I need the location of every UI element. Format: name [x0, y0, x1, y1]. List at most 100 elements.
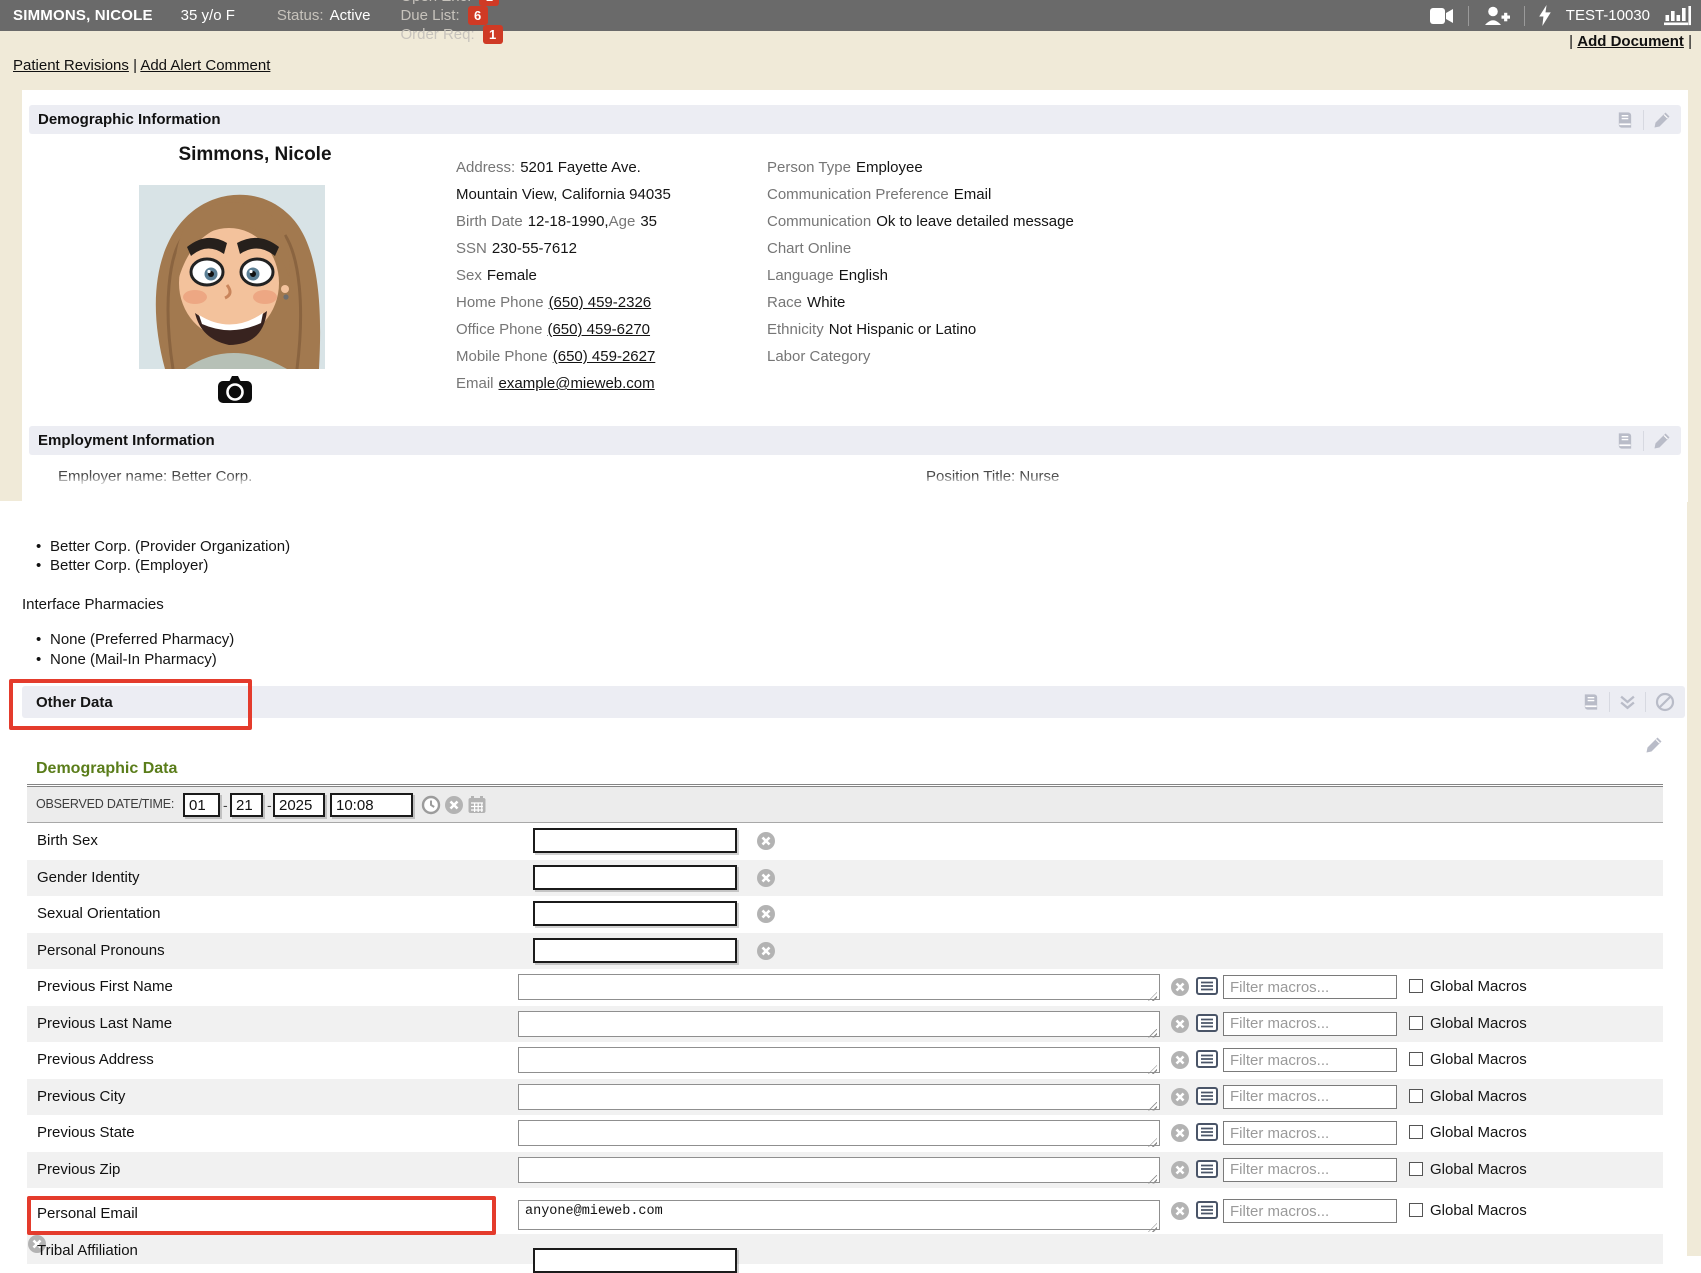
demographic-data-table: OBSERVED DATE/TIME: - - Birth SexGender … — [27, 784, 1663, 1264]
macro-list-icon[interactable] — [1196, 977, 1218, 995]
clear-x-icon[interactable] — [756, 941, 776, 961]
macro-list-icon[interactable] — [1196, 1050, 1218, 1068]
field-textarea[interactable] — [518, 1200, 1160, 1230]
clear-x-icon[interactable] — [1170, 1014, 1190, 1034]
field-link[interactable]: (650) 459-2627 — [553, 348, 656, 365]
add-document-row: | Add Document | — [1569, 33, 1692, 50]
table-row: Previous AddressGlobal Macros — [27, 1042, 1663, 1079]
field-input[interactable] — [533, 901, 737, 926]
filter-macros-input[interactable] — [1223, 1199, 1397, 1223]
filter-macros-input[interactable] — [1223, 1048, 1397, 1072]
observed-year-input[interactable] — [273, 793, 325, 817]
observed-month-input[interactable] — [183, 793, 220, 817]
global-macros-checkbox[interactable] — [1409, 1052, 1423, 1066]
table-row: Previous ZipGlobal Macros — [27, 1152, 1663, 1189]
field-input[interactable] — [533, 938, 737, 963]
edit-pencil-icon[interactable] — [1653, 432, 1671, 450]
field-textarea[interactable] — [518, 1084, 1160, 1110]
macro-list-icon[interactable] — [1196, 1201, 1218, 1219]
global-macros-checkbox[interactable] — [1409, 979, 1423, 993]
field-line: SexFemale — [456, 262, 756, 289]
global-macros-checkbox[interactable] — [1409, 1203, 1423, 1217]
field-link[interactable]: example@mieweb.com — [499, 375, 655, 392]
field-input[interactable] — [533, 1248, 737, 1273]
field-textarea[interactable] — [518, 1120, 1160, 1146]
field-line: LanguageEnglish — [767, 262, 1327, 289]
system-id: TEST-10030 — [1566, 7, 1650, 24]
global-macros-checkbox[interactable] — [1409, 1089, 1423, 1103]
field-textarea[interactable] — [518, 1157, 1160, 1183]
observed-day-input[interactable] — [230, 793, 263, 817]
demographic-fields-left: Address:5201 Fayette Ave.Mountain View, … — [456, 154, 756, 397]
field-value: Email — [954, 186, 992, 203]
field-label: Mobile Phone — [456, 348, 548, 365]
macro-list-icon[interactable] — [1196, 1123, 1218, 1141]
clear-x-icon[interactable] — [756, 831, 776, 851]
list-item: None (Preferred Pharmacy) — [36, 630, 234, 650]
clear-x-icon[interactable] — [1170, 1087, 1190, 1107]
global-macros-label: Global Macros — [1430, 1161, 1527, 1178]
field-input[interactable] — [533, 828, 737, 853]
clip-fade — [40, 467, 1340, 492]
field-row-label: Personal Email — [37, 1205, 138, 1222]
field-label: SSN — [456, 240, 487, 257]
macro-list-icon[interactable] — [1196, 1014, 1218, 1032]
patient-revisions-link[interactable]: Patient Revisions — [13, 57, 129, 74]
add-document-link[interactable]: Add Document — [1577, 33, 1684, 50]
field-link[interactable]: (650) 459-2326 — [549, 294, 652, 311]
journal-icon[interactable] — [1615, 432, 1634, 450]
field-textarea[interactable] — [518, 974, 1160, 1000]
add-person-icon[interactable] — [1483, 6, 1510, 26]
clear-x-icon[interactable] — [756, 868, 776, 888]
patient-age-sex: 35 y/o F — [181, 7, 235, 24]
collapse-double-chevron-icon[interactable] — [1619, 695, 1636, 710]
clear-x-icon[interactable] — [1170, 1201, 1190, 1221]
clear-x-icon[interactable] — [1170, 977, 1190, 997]
clear-x-icon[interactable] — [1170, 1123, 1190, 1143]
field-input[interactable] — [533, 865, 737, 890]
edit-pencil-icon[interactable] — [1653, 111, 1671, 129]
observed-datetime-row: OBSERVED DATE/TIME: - - — [27, 787, 1663, 823]
clear-x-icon[interactable] — [1170, 1160, 1190, 1180]
patient-name: SIMMONS, NICOLE — [13, 7, 153, 24]
edit-pencil-icon[interactable] — [1645, 736, 1663, 754]
journal-icon[interactable] — [1615, 111, 1634, 129]
filter-macros-input[interactable] — [1223, 1121, 1397, 1145]
clear-x-icon[interactable] — [1170, 1050, 1190, 1070]
clear-x-icon[interactable] — [27, 1234, 1663, 1254]
clear-x-icon[interactable] — [756, 904, 776, 924]
table-row: Previous StateGlobal Macros — [27, 1115, 1663, 1152]
field-textarea[interactable] — [518, 1011, 1160, 1037]
video-camera-icon[interactable] — [1430, 8, 1454, 24]
camera-icon[interactable] — [217, 374, 253, 404]
patient-photo[interactable] — [139, 185, 325, 369]
observed-time-input[interactable] — [330, 793, 413, 817]
field-label: Birth Date — [456, 213, 523, 230]
clear-x-icon[interactable] — [444, 795, 464, 815]
flowsheet-chart-icon[interactable] — [1664, 6, 1691, 26]
journal-icon[interactable] — [1581, 693, 1600, 711]
macro-list-icon[interactable] — [1196, 1087, 1218, 1105]
macro-list-icon[interactable] — [1196, 1160, 1218, 1178]
global-macros-checkbox[interactable] — [1409, 1016, 1423, 1030]
global-macros-checkbox[interactable] — [1409, 1125, 1423, 1139]
filter-macros-input[interactable] — [1223, 1012, 1397, 1036]
calendar-icon[interactable] — [467, 795, 487, 815]
demographic-information-header: Demographic Information — [29, 105, 1681, 134]
employment-clipped-row: Employer name: Better Corp. Position Tit… — [40, 467, 1340, 492]
field-value: 5201 Fayette Ave. — [520, 159, 641, 176]
field-link[interactable]: (650) 459-6270 — [547, 321, 650, 338]
lightning-bolt-icon[interactable] — [1539, 5, 1552, 26]
field-line: Chart Online — [767, 235, 1327, 262]
field-value: Female — [487, 267, 537, 284]
filter-macros-input[interactable] — [1223, 975, 1397, 999]
clock-icon[interactable] — [421, 795, 441, 815]
filter-macros-input[interactable] — [1223, 1158, 1397, 1182]
add-alert-comment-link[interactable]: Add Alert Comment — [140, 57, 270, 74]
disable-slash-circle-icon[interactable] — [1655, 692, 1675, 712]
field-label: Office Phone — [456, 321, 542, 338]
field-line: Office Phone (650) 459-6270 — [456, 316, 756, 343]
filter-macros-input[interactable] — [1223, 1085, 1397, 1109]
field-textarea[interactable] — [518, 1047, 1160, 1073]
global-macros-checkbox[interactable] — [1409, 1162, 1423, 1176]
